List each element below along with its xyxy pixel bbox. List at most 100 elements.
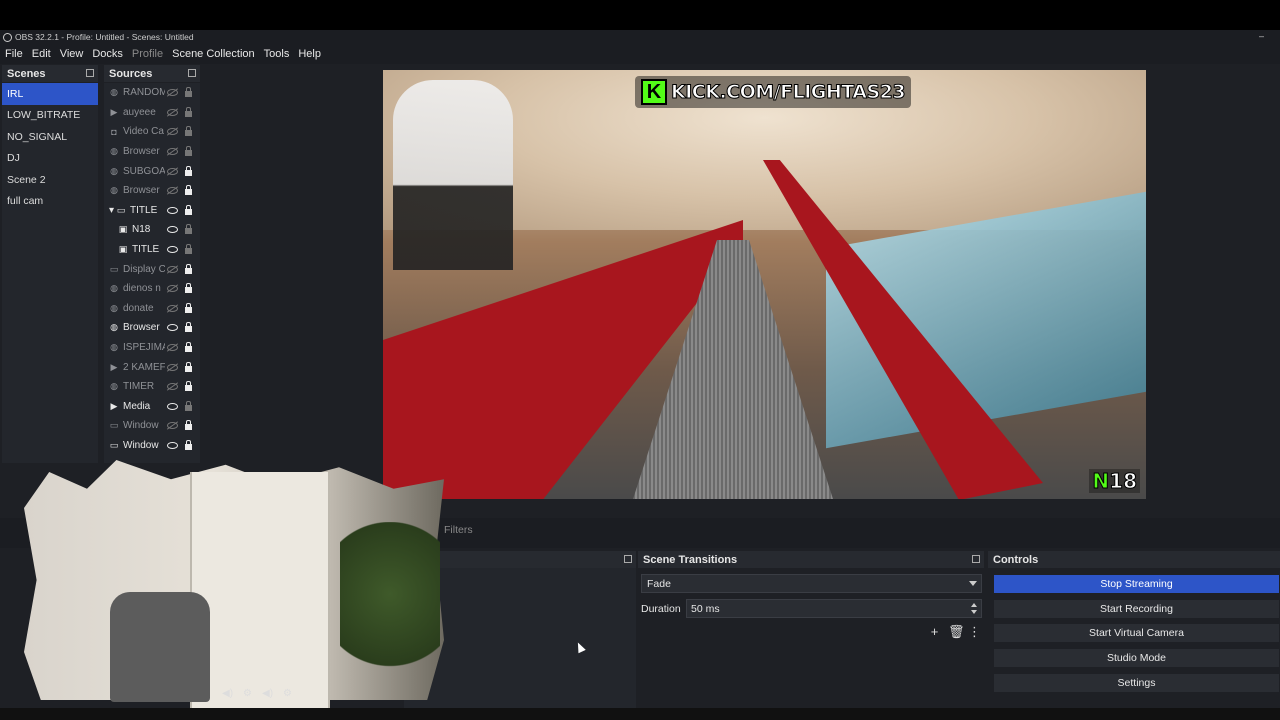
minimize-button[interactable]: – [1259, 31, 1264, 41]
eye-off-icon[interactable] [167, 128, 178, 136]
source-name: Video Ca [123, 126, 164, 138]
more-options-icon[interactable]: ⋮ [968, 624, 981, 640]
menu-tools[interactable]: Tools [264, 48, 290, 60]
eye-off-icon[interactable] [167, 285, 178, 293]
eye-icon[interactable] [167, 402, 178, 410]
source-item[interactable]: ◍ SUBGOA [104, 161, 200, 181]
source-name: TIMER [123, 381, 155, 393]
unlock-icon[interactable] [185, 244, 192, 255]
eye-off-icon[interactable] [167, 167, 178, 175]
lock-icon[interactable] [185, 381, 192, 392]
lock-icon[interactable] [185, 302, 192, 313]
lock-icon[interactable] [185, 263, 192, 274]
eye-icon[interactable] [167, 246, 178, 254]
spin-down-icon[interactable] [971, 610, 977, 614]
start-recording-button[interactable]: Start Recording [993, 599, 1280, 619]
start-virtual-camera-button[interactable]: Start Virtual Camera [993, 623, 1280, 643]
eye-icon[interactable] [167, 226, 178, 234]
source-item[interactable]: ▶ 2 KAMEF [104, 357, 200, 377]
settings-icon[interactable]: ⚙ [283, 688, 292, 699]
duration-value: 50 ms [691, 602, 720, 615]
undock-icon[interactable] [188, 69, 196, 77]
add-transition-icon[interactable]: + [928, 624, 941, 640]
unlock-icon[interactable] [185, 106, 192, 117]
preview-canvas[interactable]: K KICK.COM/FLIGHTAS23 N18 [383, 70, 1146, 499]
eye-off-icon[interactable] [167, 108, 178, 116]
eye-off-icon[interactable] [167, 422, 178, 430]
gear-icon[interactable]: ⚙ [243, 688, 252, 699]
eye-off-icon[interactable] [167, 383, 178, 391]
lock-icon[interactable] [185, 439, 192, 450]
menu-view[interactable]: View [60, 48, 84, 60]
scene-item-no-signal[interactable]: NO_SIGNAL [2, 126, 98, 148]
menu-scene-collection[interactable]: Scene Collection [172, 48, 255, 60]
source-item[interactable]: ◍ Browser [104, 181, 200, 201]
trash-icon[interactable]: 🗑 [948, 624, 965, 640]
menu-help[interactable]: Help [298, 48, 321, 60]
unlock-icon[interactable] [185, 224, 192, 235]
source-item[interactable]: ◘ Video Ca [104, 122, 200, 142]
lock-icon[interactable] [185, 165, 192, 176]
unlock-icon[interactable] [185, 126, 192, 137]
source-item[interactable]: ▾ ▭ TITLE [104, 201, 200, 221]
lock-icon[interactable] [185, 361, 192, 372]
lock-icon[interactable] [185, 185, 192, 196]
source-item[interactable]: ◍ ISPEJIMA [104, 338, 200, 358]
scene-item-irl[interactable]: IRL [2, 83, 98, 105]
eye-off-icon[interactable] [167, 363, 178, 371]
stop-streaming-button[interactable]: Stop Streaming [993, 574, 1280, 594]
lock-icon[interactable] [185, 204, 192, 215]
chevron-down-icon[interactable]: ▾ [109, 205, 114, 216]
speaker-icon[interactable]: ◀) [222, 688, 233, 699]
scenes-list: IRL LOW_BITRATE NO_SIGNAL DJ Scene 2 ful… [2, 83, 98, 463]
menu-file[interactable]: File [5, 48, 23, 60]
scene-item-scene-2[interactable]: Scene 2 [2, 169, 98, 191]
source-item[interactable]: ▣ TITLE [104, 240, 200, 260]
scene-item-low-bitrate[interactable]: LOW_BITRATE [2, 105, 98, 127]
duration-input[interactable]: 50 ms [686, 599, 982, 618]
eye-icon[interactable] [167, 441, 178, 449]
eye-off-icon[interactable] [167, 89, 178, 97]
undock-icon[interactable] [972, 555, 980, 563]
eye-icon[interactable] [167, 324, 178, 332]
lock-icon[interactable] [185, 342, 192, 353]
eye-off-icon[interactable] [167, 148, 178, 156]
source-item[interactable]: ◍ Browser [104, 318, 200, 338]
source-item[interactable]: ◍ donate [104, 299, 200, 319]
unlock-icon[interactable] [185, 87, 192, 98]
eye-icon[interactable] [167, 206, 178, 214]
source-item[interactable]: ◍ Browser [104, 142, 200, 162]
undock-icon[interactable] [86, 69, 94, 77]
menu-docks[interactable]: Docks [92, 48, 123, 60]
source-item[interactable]: ◍ dienos n [104, 279, 200, 299]
lock-icon[interactable] [185, 283, 192, 294]
eye-off-icon[interactable] [167, 265, 178, 273]
lock-icon[interactable] [185, 322, 192, 333]
source-item[interactable]: ◍ TIMER [104, 377, 200, 397]
studio-mode-button[interactable]: Studio Mode [993, 648, 1280, 668]
lock-icon[interactable] [185, 420, 192, 431]
scene-item-full-cam[interactable]: full cam [2, 191, 98, 213]
source-item[interactable]: ◍ RANDOM [104, 83, 200, 103]
undock-icon[interactable] [624, 555, 632, 563]
eye-off-icon[interactable] [167, 304, 178, 312]
source-name: Media [123, 400, 151, 412]
spin-up-icon[interactable] [971, 603, 977, 607]
unlock-icon[interactable] [185, 146, 192, 157]
menu-profile[interactable]: Profile [132, 48, 163, 60]
unlock-icon[interactable] [185, 400, 192, 411]
source-item[interactable]: ▶ Media [104, 397, 200, 417]
scene-item-dj[interactable]: DJ [2, 148, 98, 170]
source-item[interactable]: ▭ Window [104, 416, 200, 436]
source-item[interactable]: ▣ N18 [104, 220, 200, 240]
speaker-icon[interactable]: ◀) [262, 688, 273, 699]
scenes-dock-header: Scenes [2, 65, 98, 82]
source-item[interactable]: ▶ auyeee [104, 103, 200, 123]
eye-off-icon[interactable] [167, 187, 178, 195]
menu-edit[interactable]: Edit [32, 48, 51, 60]
eye-off-icon[interactable] [167, 344, 178, 352]
source-item[interactable]: ▭ Display C [104, 259, 200, 279]
transition-select[interactable]: Fade [641, 574, 982, 593]
globe-icon: ◍ [110, 381, 118, 392]
settings-button[interactable]: Settings [993, 673, 1280, 693]
